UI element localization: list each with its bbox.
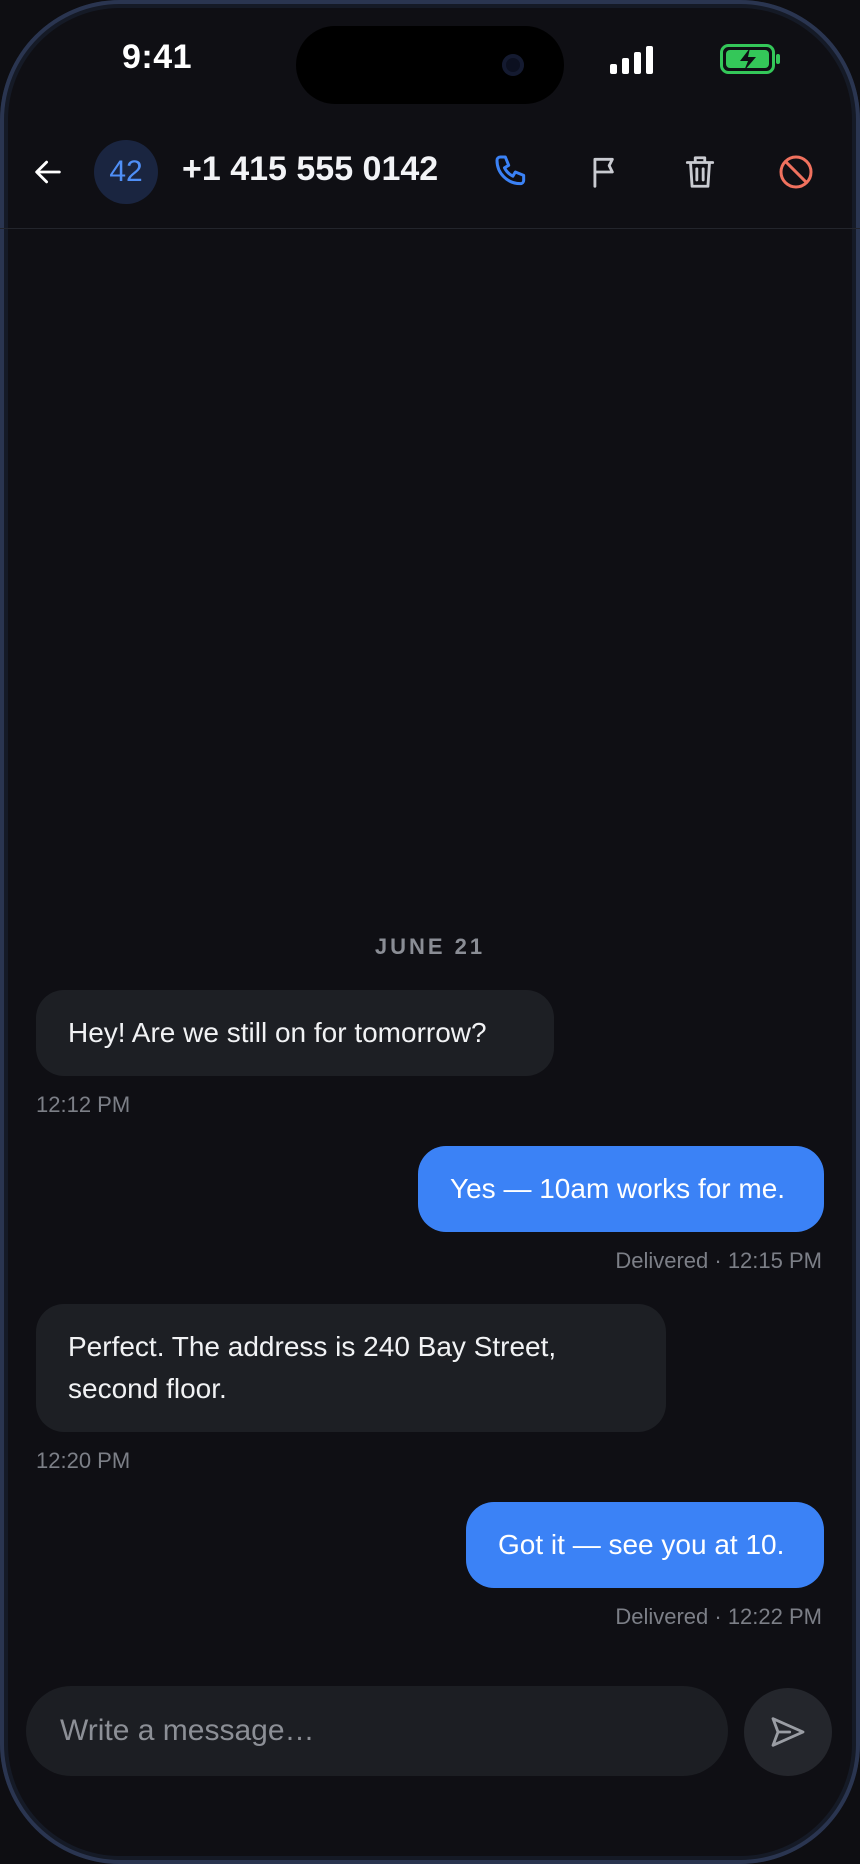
phone-icon: [495, 155, 526, 186]
date-divider: JUNE 21: [374, 934, 486, 959]
send-icon: [771, 1717, 805, 1747]
signal-bars-icon: [610, 46, 653, 74]
battery-charging-icon: [720, 44, 780, 74]
block-button[interactable]: [768, 144, 824, 200]
conversation-header: 42 +1 415 555 0142: [0, 120, 860, 229]
flag-icon: [593, 157, 614, 188]
composer: [0, 1686, 860, 1778]
message-status: Delivered · 12:22 PM: [615, 1604, 822, 1629]
camera-icon: [502, 54, 524, 76]
message-timestamp: 12:12 PM: [36, 1092, 131, 1117]
delete-button[interactable]: [672, 144, 728, 200]
message-input[interactable]: [26, 1686, 728, 1776]
status-bar: 9:41: [0, 0, 860, 120]
arrow-left-icon: [35, 160, 61, 184]
trash-icon: [685, 156, 715, 188]
back-button[interactable]: [20, 144, 76, 200]
contact-title: +1 415 555 0142: [182, 150, 439, 188]
send-button[interactable]: [744, 1688, 832, 1776]
flag-button[interactable]: [578, 144, 634, 200]
dynamic-island: [296, 26, 564, 104]
message-bubble-outgoing[interactable]: Yes — 10am works for me.: [418, 1146, 824, 1232]
status-time: 9:41: [122, 38, 193, 76]
message-thread[interactable]: JUNE 21 Hey! Are we still on for tomorro…: [0, 228, 860, 1668]
message-timestamp: 12:20 PM: [36, 1448, 131, 1473]
phone-frame: 9:41 42 +1 415 555 0142 JUNE 21 Hey! Are…: [0, 0, 860, 1864]
avatar[interactable]: 42: [94, 140, 158, 204]
message-status: Delivered · 12:15 PM: [615, 1248, 822, 1273]
call-button[interactable]: [484, 144, 540, 200]
message-bubble-incoming[interactable]: Perfect. The address is 240 Bay Street, …: [36, 1304, 666, 1432]
message-bubble-incoming[interactable]: Hey! Are we still on for tomorrow?: [36, 990, 554, 1076]
message-bubble-outgoing[interactable]: Got it — see you at 10.: [466, 1502, 824, 1588]
block-icon: [779, 155, 813, 189]
